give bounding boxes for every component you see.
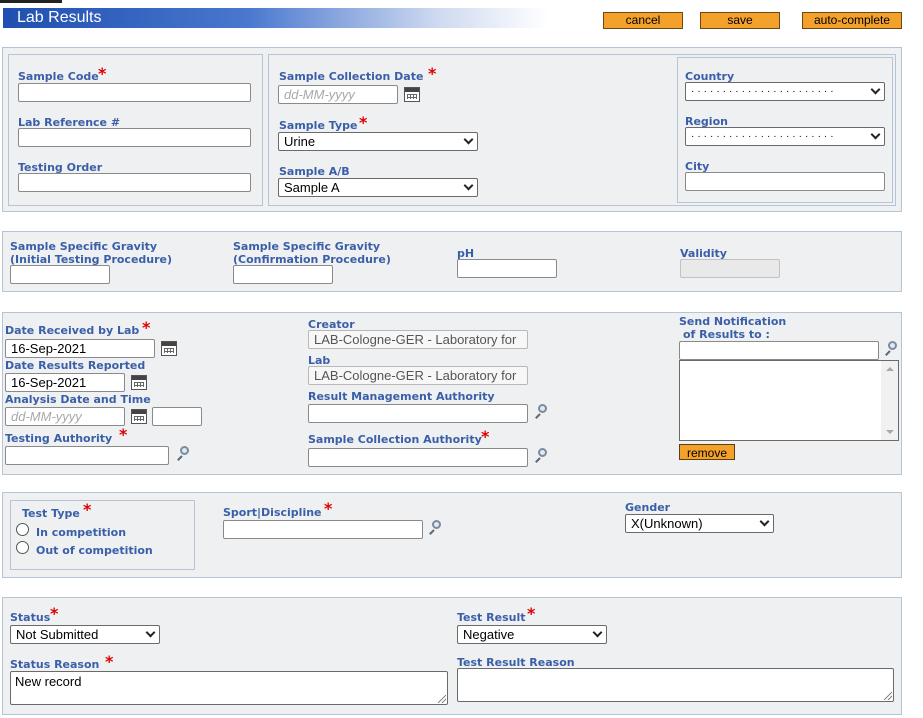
gravity-confirm-input[interactable]	[233, 265, 333, 284]
out-of-competition-radio[interactable]	[16, 541, 29, 554]
date-reported-label: Date Results Reported	[5, 359, 146, 372]
test-result-reason-textarea[interactable]	[457, 668, 894, 702]
required-marker: *	[105, 652, 114, 671]
required-marker: *	[527, 604, 536, 623]
collection-date-input[interactable]	[278, 85, 398, 104]
chevron-down-icon	[145, 627, 156, 638]
chevron-down-icon	[870, 84, 881, 95]
gravity-confirm-label-1: Sample Specific Gravity	[233, 240, 381, 253]
required-marker: *	[359, 113, 368, 132]
test-type-label: Test Type	[22, 507, 80, 520]
remove-button[interactable]: remove	[679, 444, 735, 460]
analysis-time-input[interactable]	[152, 407, 202, 426]
region-value: ·······················	[691, 131, 837, 142]
status-reason-textarea[interactable]: New record	[10, 671, 448, 705]
required-marker: *	[83, 500, 92, 519]
sample-type-select[interactable]: Urine	[278, 132, 478, 151]
calendar-icon[interactable]	[131, 375, 147, 390]
sca-input[interactable]	[308, 448, 528, 467]
search-icon[interactable]	[534, 448, 548, 463]
lab-input	[308, 366, 528, 385]
testing-order-input[interactable]	[18, 173, 251, 192]
required-marker: *	[98, 64, 107, 83]
required-marker: *	[428, 64, 437, 83]
sample-type-value: Urine	[284, 134, 316, 149]
sport-label: Sport|Discipline	[223, 506, 322, 519]
required-marker: *	[50, 604, 59, 623]
sample-type-label: Sample Type	[279, 119, 358, 132]
date-reported-input[interactable]	[5, 373, 125, 392]
rma-label: Result Management Authority	[308, 390, 495, 403]
chevron-down-icon	[463, 134, 474, 145]
validity-input	[680, 259, 780, 278]
test-result-value: Negative	[463, 627, 515, 642]
sample-ab-label: Sample A/B	[279, 165, 350, 178]
status-select[interactable]: Not Submitted	[10, 625, 160, 644]
calendar-icon[interactable]	[131, 409, 147, 424]
test-result-label: Test Result	[457, 611, 526, 624]
required-marker: *	[481, 427, 490, 446]
search-icon[interactable]	[176, 446, 190, 461]
chevron-down-icon	[463, 180, 474, 191]
auto-complete-button[interactable]: auto-complete	[802, 12, 902, 29]
scrollbar[interactable]	[881, 361, 898, 440]
creator-input	[308, 330, 528, 349]
rma-input[interactable]	[308, 404, 528, 423]
search-icon[interactable]	[534, 404, 548, 419]
city-input[interactable]	[685, 172, 885, 191]
testing-authority-label: Testing Authority	[5, 432, 113, 445]
chevron-down-icon	[870, 129, 881, 140]
save-button[interactable]: save	[700, 12, 780, 29]
page-title: Lab Results	[17, 9, 102, 26]
notify-recipients-list[interactable]	[679, 360, 899, 441]
notify-label-2: of Results to :	[683, 328, 770, 341]
gender-label: Gender	[625, 501, 671, 514]
collection-date-label: Sample Collection Date	[279, 70, 424, 83]
calendar-icon[interactable]	[404, 87, 420, 102]
gravity-initial-label-1: Sample Specific Gravity	[10, 240, 158, 253]
sca-label: Sample Collection Authority	[308, 433, 482, 446]
sample-code-input[interactable]	[18, 83, 251, 102]
notify-input[interactable]	[679, 341, 879, 360]
region-select[interactable]: ·······················	[685, 127, 885, 146]
date-received-input[interactable]	[5, 339, 155, 358]
date-received-label: Date Received by Lab	[5, 324, 140, 337]
status-reason-value: New record	[15, 674, 82, 689]
notify-label-1: Send Notification	[679, 315, 787, 328]
sample-ab-select[interactable]: Sample A	[278, 178, 478, 197]
in-competition-label: In competition	[36, 526, 127, 539]
search-icon[interactable]	[884, 341, 898, 356]
calendar-icon[interactable]	[161, 341, 177, 356]
status-reason-label: Status Reason	[10, 658, 100, 671]
gender-value: X(Unknown)	[631, 516, 703, 531]
country-value: ·······················	[691, 86, 837, 97]
gravity-initial-input[interactable]	[10, 265, 110, 284]
testing-authority-input[interactable]	[5, 446, 169, 465]
status-label: Status	[10, 611, 51, 624]
out-of-competition-label: Out of competition	[36, 544, 153, 557]
analysis-date-label: Analysis Date and Time	[5, 393, 151, 406]
ph-input[interactable]	[457, 259, 557, 278]
sport-input[interactable]	[223, 520, 423, 539]
chevron-down-icon	[592, 627, 603, 638]
resize-handle[interactable]	[884, 692, 892, 700]
chevron-down-icon	[759, 516, 770, 527]
required-marker: *	[142, 318, 151, 337]
top-strip	[0, 0, 923, 6]
required-marker: *	[119, 425, 128, 444]
test-result-select[interactable]: Negative	[457, 625, 607, 644]
required-marker: *	[324, 499, 333, 518]
lab-reference-input[interactable]	[18, 128, 251, 147]
gender-select[interactable]: X(Unknown)	[625, 514, 774, 533]
status-value: Not Submitted	[16, 627, 99, 642]
sample-ab-value: Sample A	[284, 180, 340, 195]
title-bar: Lab Results	[3, 8, 548, 28]
search-icon[interactable]	[428, 520, 442, 535]
country-select[interactable]: ·······················	[685, 82, 885, 101]
sample-code-label: Sample Code	[18, 70, 99, 83]
cancel-button[interactable]: cancel	[603, 12, 683, 29]
in-competition-radio[interactable]	[16, 523, 29, 536]
resize-handle[interactable]	[438, 695, 446, 703]
analysis-date-input[interactable]	[5, 407, 125, 426]
